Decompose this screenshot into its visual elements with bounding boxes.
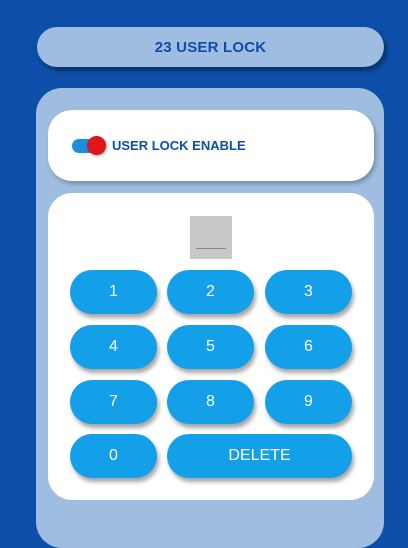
key-3-button[interactable]: 3 xyxy=(265,270,352,314)
code-underline xyxy=(196,248,226,249)
key-4-button[interactable]: 4 xyxy=(70,325,157,369)
key-2-button[interactable]: 2 xyxy=(167,270,254,314)
key-0-button[interactable]: 0 xyxy=(70,434,157,478)
user-lock-toggle[interactable] xyxy=(72,135,106,155)
user-lock-enable-row: USER LOCK ENABLE xyxy=(48,110,374,181)
page-title: 23 USER LOCK xyxy=(37,27,384,67)
key-9-button[interactable]: 9 xyxy=(265,380,352,424)
user-lock-enable-label: USER LOCK ENABLE xyxy=(112,138,246,153)
key-7-button[interactable]: 7 xyxy=(70,380,157,424)
key-1-button[interactable]: 1 xyxy=(70,270,157,314)
key-5-button[interactable]: 5 xyxy=(167,325,254,369)
key-6-button[interactable]: 6 xyxy=(265,325,352,369)
delete-button[interactable]: DELETE xyxy=(167,434,352,478)
toggle-knob[interactable] xyxy=(87,135,106,155)
code-display xyxy=(190,216,232,259)
key-8-button[interactable]: 8 xyxy=(167,380,254,424)
